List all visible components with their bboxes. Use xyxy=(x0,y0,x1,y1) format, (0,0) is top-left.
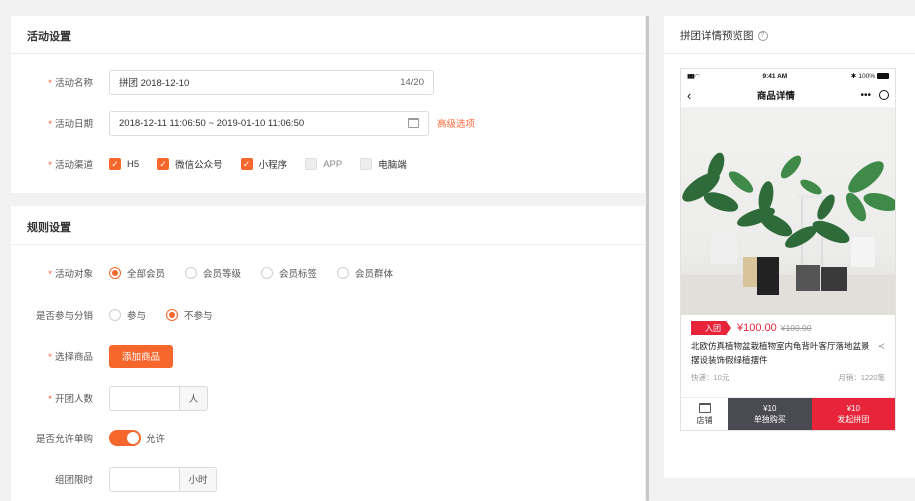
rule-settings-panel: 规则设置 * 活动对象 全部会员 会员等级 会员标签 会员群体 是否参与分销 参与… xyxy=(11,206,645,501)
time-limit-input-group: 小时 xyxy=(109,466,217,492)
time-limit-unit: 小时 xyxy=(179,466,217,492)
activity-settings-panel: 活动设置 * 活动名称 拼团 2018-12-10 14/20 * 活动日期 201… xyxy=(11,16,645,193)
channel-wechat-checkbox[interactable]: ✓ 微信公众号 xyxy=(157,157,223,171)
target-icon[interactable] xyxy=(879,90,889,100)
solo-purchase-toggle[interactable] xyxy=(109,430,141,446)
group-size-row: * 开团人数 人 xyxy=(11,385,645,411)
signal-wifi-icon: ▮▮▮ ◠ xyxy=(687,73,700,80)
solo-purchase-toggle-text: 允许 xyxy=(146,434,166,445)
start-group-button[interactable]: ¥10 发起拼团 xyxy=(811,398,895,430)
distribution-label: 是否参与分销 xyxy=(35,311,93,322)
product-name-row: 北欧仿真植物盆栽植物室内龟背叶客厅落地盆景摆设装饰假绿植摆件 ≺ xyxy=(681,339,895,369)
single-buy-label: 单独购买 xyxy=(753,415,786,424)
channel-h5-checkbox[interactable]: ✓ H5 xyxy=(109,158,139,170)
rule-settings-title: 规则设置 xyxy=(27,222,71,234)
shop-button[interactable]: 店铺 xyxy=(681,398,728,430)
activity-name-row: * 活动名称 拼团 2018-12-10 14/20 xyxy=(11,69,645,95)
activity-name-value: 拼团 2018-12-10 xyxy=(119,78,190,89)
back-icon[interactable]: ‹ xyxy=(687,88,691,103)
battery-icon xyxy=(876,73,889,79)
divider xyxy=(664,53,915,54)
activity-name-label: 活动名称 xyxy=(54,78,93,89)
start-group-price: ¥10 xyxy=(846,404,860,413)
check-icon: ✓ xyxy=(157,158,170,170)
time-limit-row: 组团限时 小时 xyxy=(11,466,645,492)
preview-title: 拼团详情预览图 xyxy=(680,30,754,42)
target-level-radio[interactable]: 会员等级 xyxy=(185,266,241,280)
check-icon: ✓ xyxy=(109,158,121,170)
share-icon[interactable]: ≺ xyxy=(873,339,885,369)
product-name: 北欧仿真植物盆栽植物室内龟背叶客厅落地盆景摆设装饰假绿植摆件 xyxy=(691,341,870,365)
divider xyxy=(11,244,645,245)
unchecked-box xyxy=(360,158,373,170)
battery-percent: 100% xyxy=(858,72,875,80)
goods-row: * 选择商品 添加商品 xyxy=(11,343,645,369)
phone-preview: ▮▮▮ ◠ 9:41 AM ✱ 100% ‹ 商品详情 ••• 入团 ¥100.… xyxy=(680,68,896,431)
product-image xyxy=(681,107,895,315)
advanced-options-link[interactable]: 高级选项 xyxy=(437,116,475,130)
channel-miniprogram-checkbox[interactable]: ✓ 小程序 xyxy=(240,157,287,171)
more-icon[interactable]: ••• xyxy=(860,90,871,101)
activity-name-input[interactable]: 拼团 2018-12-10 14/20 xyxy=(109,69,434,95)
activity-date-row: * 活动日期 2018-12-11 11:06:50 ~ 2019-01-10 1… xyxy=(11,110,645,136)
target-tag-radio[interactable]: 会员标签 xyxy=(261,266,317,280)
target-label: 活动对象 xyxy=(54,269,93,280)
status-time: 9:41 AM xyxy=(762,72,788,80)
divider xyxy=(11,53,645,54)
time-limit-input[interactable] xyxy=(109,466,179,492)
activity-settings-title: 活动设置 xyxy=(27,31,71,43)
solo-purchase-row: 是否允许单购 允许 xyxy=(11,425,645,451)
group-price: ¥100.00 xyxy=(737,322,777,334)
distribution-nojoin-radio[interactable]: 不参与 xyxy=(166,308,213,322)
distribution-row: 是否参与分销 参与 不参与 xyxy=(11,302,645,328)
activity-date-label: 活动日期 xyxy=(54,119,93,130)
activity-date-input[interactable]: 2018-12-11 11:06:50 ~ 2019-01-10 11:06:5… xyxy=(109,110,429,136)
phone-status-bar: ▮▮▮ ◠ 9:41 AM ✱ 100% xyxy=(681,69,895,83)
activity-channel-label: 活动渠道 xyxy=(54,160,93,171)
shop-label: 店铺 xyxy=(696,415,713,425)
start-group-label: 发起拼团 xyxy=(837,415,870,424)
single-buy-price: ¥10 xyxy=(763,404,777,413)
unchecked-box xyxy=(305,158,318,170)
product-meta-row: 快递：10元 月销：1220笔 xyxy=(681,372,895,383)
scrollbar[interactable] xyxy=(646,16,649,501)
distribution-join-radio[interactable]: 参与 xyxy=(109,308,146,322)
group-size-unit: 人 xyxy=(179,385,208,411)
check-icon: ✓ xyxy=(240,158,253,170)
shop-icon xyxy=(698,402,711,413)
time-limit-label: 组团限时 xyxy=(54,475,93,486)
join-group-tag: 入团 xyxy=(691,321,731,335)
group-size-label: 开团人数 xyxy=(54,394,93,405)
channel-pc-checkbox[interactable]: 电脑端 xyxy=(360,157,407,171)
goods-label: 选择商品 xyxy=(54,352,93,363)
phone-nav-bar: ‹ 商品详情 ••• xyxy=(681,83,895,107)
target-all-radio[interactable]: 全部会员 xyxy=(109,266,165,280)
activity-channel-row: * 活动渠道 ✓ H5 ✓ 微信公众号 ✓ 小程序 APP 电脑端 xyxy=(48,157,407,171)
plant-photo-illustration xyxy=(681,152,895,315)
phone-bottom-bar: 店铺 ¥10 单独购买 ¥10 发起拼团 xyxy=(681,397,895,430)
info-icon[interactable]: ? xyxy=(757,30,768,41)
group-size-input[interactable] xyxy=(109,385,179,411)
channel-app-checkbox[interactable]: APP xyxy=(305,158,342,170)
target-row: * 活动对象 全部会员 会员等级 会员标签 会员群体 xyxy=(11,260,645,286)
solo-purchase-label: 是否允许单购 xyxy=(35,434,93,445)
single-buy-button[interactable]: ¥10 单独购买 xyxy=(728,398,812,430)
bluetooth-icon: ✱ xyxy=(850,73,857,80)
shipping-fee: 快递：10元 xyxy=(691,373,730,382)
activity-date-value: 2018-12-11 11:06:50 ~ 2019-01-10 11:06:5… xyxy=(119,117,305,129)
calendar-icon[interactable] xyxy=(408,118,419,128)
monthly-sales: 月销：1220笔 xyxy=(838,373,885,382)
price-row: 入团 ¥100.00 ¥100.00 xyxy=(681,317,895,339)
group-size-input-group: 人 xyxy=(109,385,208,411)
add-goods-button[interactable]: 添加商品 xyxy=(109,344,174,368)
target-group-radio[interactable]: 会员群体 xyxy=(337,266,393,280)
activity-name-counter: 14/20 xyxy=(400,76,424,88)
original-price: ¥100.00 xyxy=(780,323,812,333)
phone-nav-title: 商品详情 xyxy=(756,91,795,102)
